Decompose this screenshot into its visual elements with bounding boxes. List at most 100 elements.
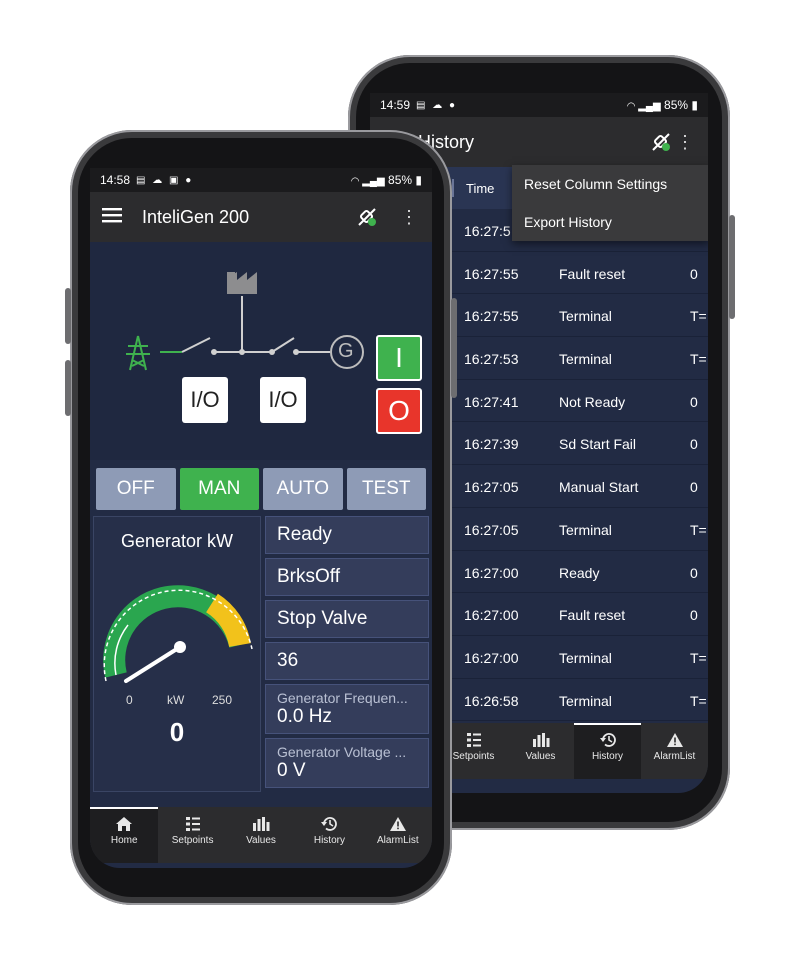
- factory-icon: [227, 272, 257, 294]
- row-time: 16:27:53: [464, 351, 519, 368]
- menu-item-reset-columns[interactable]: Reset Column Settings: [512, 165, 708, 203]
- row-time: 16:27:05: [464, 479, 519, 496]
- row-value: 0: [690, 436, 698, 453]
- row-event: Terminal: [559, 692, 612, 709]
- history-icon: [574, 732, 641, 748]
- gauge-min-label: 0: [126, 693, 133, 707]
- gauge-title: Generator kW: [120, 531, 234, 551]
- side-button: [729, 215, 735, 319]
- row-event: Terminal: [559, 351, 612, 368]
- mains-breaker-button[interactable]: I/O: [182, 377, 228, 423]
- setpoints-icon: [158, 816, 226, 832]
- row-event: Fault reset: [559, 265, 626, 282]
- generator-voltage-value[interactable]: Generator Voltage ... 0 V: [265, 738, 429, 788]
- home-icon: [90, 816, 158, 832]
- row-value: T=: [690, 308, 707, 325]
- nav-label: Setpoints: [452, 751, 495, 762]
- mode-test-button[interactable]: TEST: [346, 468, 426, 510]
- mode-auto-button[interactable]: AUTO: [263, 468, 343, 510]
- voltage-label: Generator Voltage ...: [277, 744, 407, 760]
- row-time: 16:26:58: [464, 692, 519, 709]
- row-event: Sd Start Fail: [559, 436, 637, 453]
- nav-item-setpoints[interactable]: Setpoints: [158, 807, 226, 863]
- row-event: Manual Start: [559, 479, 639, 496]
- generator-frequency-value[interactable]: Generator Frequen... 0.0 Hz: [265, 684, 429, 734]
- row-time: 16:27:41: [464, 393, 519, 410]
- row-value: 0: [690, 393, 698, 410]
- nav-item-alarmlist[interactable]: AlarmList: [364, 807, 432, 863]
- menu-item-export-history[interactable]: Export History: [512, 203, 708, 241]
- nav-label: AlarmList: [653, 751, 696, 762]
- gauge-needle: [124, 641, 186, 683]
- wifi-signal-icon: ◠ ▂▄▆: [626, 101, 661, 112]
- nav-label: History: [313, 835, 345, 846]
- start-button[interactable]: I: [376, 335, 422, 381]
- battery-icon: ▮: [691, 98, 698, 112]
- row-time: 16:27:5: [464, 223, 511, 239]
- hamburger-menu-icon[interactable]: [102, 207, 122, 228]
- gauge-max-label: 250: [212, 693, 233, 707]
- nav-item-history[interactable]: History: [574, 723, 641, 779]
- nav-item-home[interactable]: Home: [90, 807, 159, 863]
- status-bar: 14:58 ▤ ☁ ▣ ● ◠ ▂▄▆ 85% ▮: [90, 168, 432, 192]
- side-button: [65, 288, 71, 344]
- nav-item-history[interactable]: History: [295, 807, 363, 863]
- connection-plug-icon[interactable]: [356, 206, 378, 228]
- generator-symbol: G: [338, 340, 354, 362]
- power-tower-icon: [126, 335, 150, 371]
- row-event: Not Ready: [559, 393, 626, 410]
- values-panel: Ready BrksOff Stop Valve 36 Generator Fr…: [265, 516, 429, 792]
- values-icon: [507, 732, 574, 748]
- row-time: 16:27:05: [464, 521, 519, 538]
- row-value: 0: [690, 265, 698, 282]
- mode-man-button[interactable]: MAN: [179, 468, 259, 510]
- nav-item-alarmlist[interactable]: AlarmList: [641, 723, 708, 779]
- nav-label: Values: [525, 751, 556, 762]
- gauge-dial: [103, 585, 253, 683]
- frequency-label: Generator Frequen...: [277, 690, 408, 706]
- nav-label: Setpoints: [171, 835, 214, 846]
- status-right: ◠ ▂▄▆ 85% ▮: [351, 173, 422, 187]
- gauge-value: 0: [169, 717, 185, 747]
- row-time: 16:27:39: [464, 436, 519, 453]
- mode-selector: OFF MAN AUTO TEST: [96, 468, 426, 510]
- battery-icon: ▮: [415, 173, 422, 187]
- history-icon: [295, 816, 363, 832]
- gauge-unit-label: kW: [167, 693, 185, 707]
- engine-state-value[interactable]: Ready: [265, 516, 429, 554]
- side-button: [451, 298, 457, 398]
- battery-level: 85%: [664, 98, 689, 112]
- status-right: ◠ ▂▄▆ 85% ▮: [627, 98, 698, 112]
- bottom-nav: Home Setpoints Values History AlarmList: [90, 807, 432, 863]
- alarm-icon: [364, 816, 432, 832]
- row-event: Terminal: [559, 308, 612, 325]
- numeric-value[interactable]: 36: [265, 642, 429, 680]
- generator-kw-gauge: Generator kW 0 kW 250 0: [93, 516, 261, 792]
- row-time: 16:27:55: [464, 265, 519, 282]
- row-time: 16:27:00: [464, 564, 519, 581]
- row-event: Terminal: [559, 521, 612, 538]
- generator-breaker-button[interactable]: I/O: [260, 377, 306, 423]
- connection-plug-icon[interactable]: [650, 131, 672, 153]
- time-column-header[interactable]: Time: [466, 181, 494, 196]
- nav-item-values[interactable]: Values: [227, 807, 295, 863]
- mode-off-button[interactable]: OFF: [96, 468, 176, 510]
- overflow-menu: Reset Column Settings Export History: [512, 165, 708, 241]
- status-time: 14:59: [380, 98, 411, 112]
- row-time: 16:27:00: [464, 649, 519, 666]
- row-value: T=: [690, 351, 707, 368]
- valve-state-value[interactable]: Stop Valve: [265, 600, 429, 638]
- status-time: 14:58: [100, 173, 131, 187]
- stop-button[interactable]: O: [376, 388, 422, 434]
- more-menu-icon[interactable]: ⋮: [396, 208, 422, 226]
- home-screen: 14:58 ▤ ☁ ▣ ● ◠ ▂▄▆ 85% ▮ InteliGen 200 …: [90, 168, 432, 868]
- row-time: 16:27:55: [464, 308, 519, 325]
- breaker-state-value[interactable]: BrksOff: [265, 558, 429, 596]
- row-value: T=: [690, 692, 707, 709]
- wifi-signal-icon: ◠ ▂▄▆: [350, 176, 385, 187]
- nav-label: History: [591, 751, 624, 762]
- more-menu-icon[interactable]: ⋮: [672, 133, 698, 151]
- nav-label: AlarmList: [376, 835, 419, 846]
- nav-item-values[interactable]: Values: [507, 723, 574, 779]
- status-bar: 14:59 ▤ ☁ ● ◠ ▂▄▆ 85% ▮: [370, 93, 708, 117]
